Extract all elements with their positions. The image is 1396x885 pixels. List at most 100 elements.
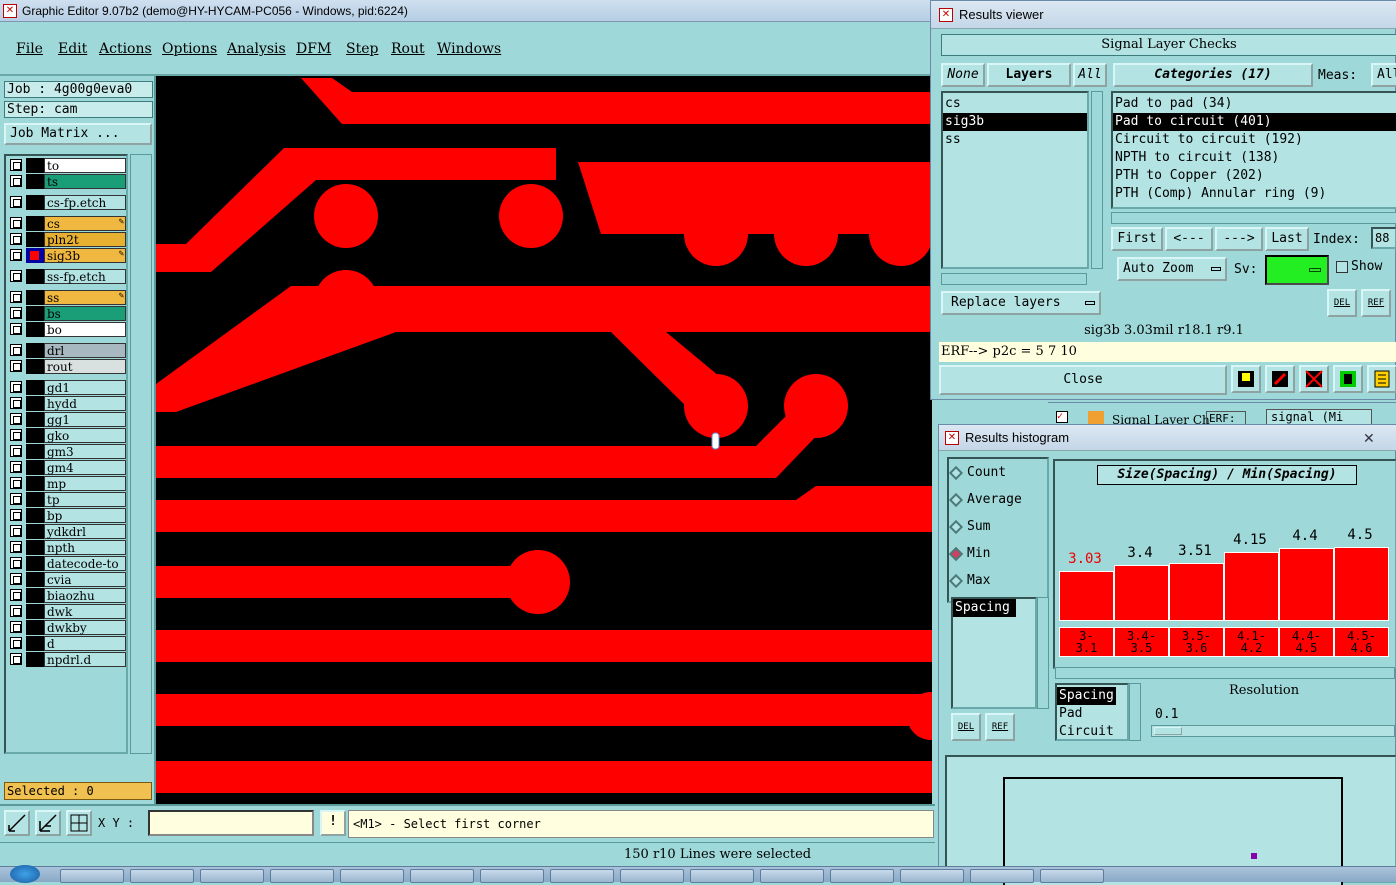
first-button[interactable]: First	[1111, 227, 1163, 251]
layer-checkbox[interactable]	[10, 573, 22, 585]
layer-row[interactable]: sig3b ✎	[10, 248, 126, 263]
category-hscroll[interactable]	[1111, 212, 1396, 224]
layer-name[interactable]: npth	[44, 540, 126, 555]
layer-checkbox[interactable]	[10, 541, 22, 553]
attribute-list-vscroll[interactable]	[1037, 597, 1049, 709]
layer-checkbox[interactable]	[10, 360, 22, 372]
taskbar-item[interactable]	[690, 869, 754, 883]
mode-count[interactable]: Count	[947, 463, 1037, 483]
layer-name[interactable]: bs	[44, 306, 126, 321]
layer-row[interactable]: gm4	[10, 460, 126, 475]
histogram-bar[interactable]	[1279, 548, 1334, 621]
layer-name[interactable]: to	[44, 158, 126, 173]
attribute-right-vscroll[interactable]	[1129, 683, 1141, 741]
layer-row[interactable]: npdrl.d	[10, 652, 126, 667]
layer-name[interactable]: ydkdrl	[44, 524, 126, 539]
layer-checkbox[interactable]	[10, 413, 22, 425]
layer-checkbox[interactable]	[10, 445, 22, 457]
taskbar-item[interactable]	[900, 869, 964, 883]
taskbar-item[interactable]	[340, 869, 404, 883]
layer-name[interactable]: datecode-to	[44, 556, 126, 571]
layer-name[interactable]: gg1	[44, 412, 126, 427]
list-item[interactable]: NPTH to circuit (138)	[1113, 149, 1396, 167]
histogram-del-button[interactable]: DEL	[951, 713, 981, 741]
layer-name[interactable]: ss	[44, 290, 126, 305]
layer-checkbox[interactable]	[10, 196, 22, 208]
alert-button[interactable]: !	[320, 810, 346, 836]
layer-row[interactable]: biaozhu	[10, 588, 126, 603]
pcb-artwork[interactable]	[156, 76, 932, 804]
layer-checkbox[interactable]	[10, 217, 22, 229]
layer-name[interactable]: npdrl.d	[44, 652, 126, 667]
layer-checkbox[interactable]	[10, 233, 22, 245]
fix-result-button[interactable]	[1333, 365, 1363, 393]
layer-checkbox[interactable]	[10, 621, 22, 633]
layer-view-button[interactable]	[1231, 365, 1261, 393]
layer-row[interactable]: dwk	[10, 604, 126, 619]
list-item[interactable]: Spacing	[953, 599, 1016, 617]
menu-dfm[interactable]: DFM	[296, 41, 331, 57]
taskbar-item[interactable]	[410, 869, 474, 883]
sv-color-select[interactable]	[1265, 255, 1329, 285]
layer-name[interactable]: cs	[44, 216, 126, 231]
replace-layers-menu[interactable]: Replace layers	[941, 291, 1101, 315]
list-item[interactable]: Circuit	[1057, 723, 1127, 741]
start-icon[interactable]	[10, 865, 40, 883]
layer-row[interactable]: drl	[10, 343, 126, 358]
layer-row[interactable]: gm3	[10, 444, 126, 459]
list-item[interactable]: ss	[943, 131, 1087, 149]
layer-name[interactable]: cvia	[44, 572, 126, 587]
layer-name[interactable]: gko	[44, 428, 126, 443]
layer-checkbox[interactable]	[10, 461, 22, 473]
taskbar-item[interactable]	[200, 869, 264, 883]
taskbar-item[interactable]	[60, 869, 124, 883]
measure-tool-button[interactable]	[35, 810, 61, 836]
categories-button[interactable]: Categories (17)	[1113, 63, 1313, 87]
layer-row[interactable]: ydkdrl	[10, 524, 126, 539]
menu-step[interactable]: Step	[346, 41, 378, 57]
layer-checkbox[interactable]	[10, 159, 22, 171]
layer-name[interactable]: gm4	[44, 460, 126, 475]
attribute-list-left[interactable]: Spacing	[951, 597, 1037, 709]
list-item[interactable]: PTH (Comp) Annular ring (9)	[1113, 185, 1396, 203]
job-matrix-button[interactable]: Job Matrix ...	[4, 123, 152, 145]
layer-name[interactable]: mp	[44, 476, 126, 491]
layer-row[interactable]: mp	[10, 476, 126, 491]
layer-name[interactable]: bo	[44, 322, 126, 337]
index-input[interactable]: 88	[1371, 227, 1396, 249]
layer-row[interactable]: ts	[10, 174, 126, 189]
taskbar-item[interactable]	[620, 869, 684, 883]
layer-checkbox[interactable]	[10, 493, 22, 505]
layer-checkbox[interactable]	[10, 509, 22, 521]
show-checkbox[interactable]	[1336, 261, 1348, 273]
histogram-bar[interactable]	[1169, 563, 1224, 621]
layer-checkbox[interactable]	[10, 477, 22, 489]
list-item[interactable]: sig3b	[943, 113, 1087, 131]
layer-row[interactable]: dwkby	[10, 620, 126, 635]
layer-row[interactable]: gg1	[10, 412, 126, 427]
close-icon[interactable]: ✕	[1363, 425, 1375, 451]
taskbar-item[interactable]	[480, 869, 544, 883]
layer-name[interactable]: biaozhu	[44, 588, 126, 603]
meas-all-button[interactable]: All	[1371, 63, 1396, 87]
layer-name[interactable]: tp	[44, 492, 126, 507]
taskbar-item[interactable]	[130, 869, 194, 883]
layer-name[interactable]: pln2t	[44, 232, 126, 247]
mode-sum[interactable]: Sum	[947, 517, 1037, 537]
layer-name[interactable]: dwk	[44, 604, 126, 619]
ref-button[interactable]: REF	[1361, 289, 1391, 317]
list-item[interactable]: Pad to pad (34)	[1113, 95, 1396, 113]
layer-list-vscroll[interactable]	[1091, 91, 1103, 269]
background-window-strip[interactable]: ✓ Signal Layer Ch ERF: signal (Mi	[1048, 402, 1396, 427]
layer-list-hscroll[interactable]	[941, 273, 1087, 285]
histogram-title-bar[interactable]: ✕ Results histogram ✕	[939, 425, 1396, 451]
layer-name[interactable]: gm3	[44, 444, 126, 459]
mode-min[interactable]: Min	[947, 544, 1037, 564]
menu-edit[interactable]: Edit	[58, 41, 87, 57]
layer-row[interactable]: bs	[10, 306, 126, 321]
layer-checkbox[interactable]	[10, 175, 22, 187]
layer-list-scrollbar[interactable]	[130, 154, 152, 754]
layer-row[interactable]: pln2t	[10, 232, 126, 247]
zoom-result-button[interactable]	[1265, 365, 1295, 393]
layer-row[interactable]: d	[10, 636, 126, 651]
